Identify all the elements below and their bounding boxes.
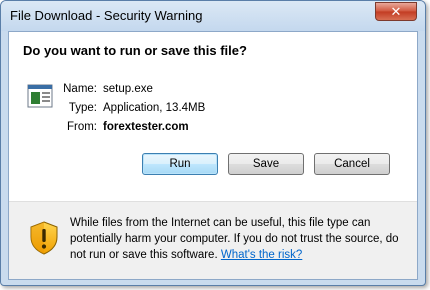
risk-link[interactable]: What's the risk? — [221, 249, 302, 261]
dialog-body: Do you want to run or save this file? Na… — [8, 31, 418, 280]
name-label: Name: — [63, 83, 97, 95]
warning-text: While files from the Internet can be use… — [70, 215, 410, 263]
file-type: Application, 13.4MB — [103, 102, 206, 114]
type-label: Type: — [68, 102, 97, 114]
warning-footer: While files from the Internet can be use… — [9, 201, 417, 279]
from-label: From: — [66, 121, 97, 133]
cancel-button[interactable]: Cancel — [314, 153, 390, 175]
close-icon: ✕ — [390, 4, 402, 19]
window-title: File Download - Security Warning — [10, 8, 203, 23]
file-source: forextester.com — [103, 121, 189, 133]
save-button[interactable]: Save — [228, 153, 304, 175]
close-button[interactable]: ✕ — [375, 2, 417, 21]
security-shield-warning-icon — [30, 221, 58, 255]
file-name: setup.exe — [103, 83, 153, 95]
dialog-window: File Download - Security Warning ✕ Do yo… — [0, 0, 426, 286]
dialog-question: Do you want to run or save this file? — [23, 43, 247, 58]
title-bar[interactable]: File Download - Security Warning ✕ — [1, 1, 425, 31]
run-button[interactable]: Run — [142, 153, 218, 175]
